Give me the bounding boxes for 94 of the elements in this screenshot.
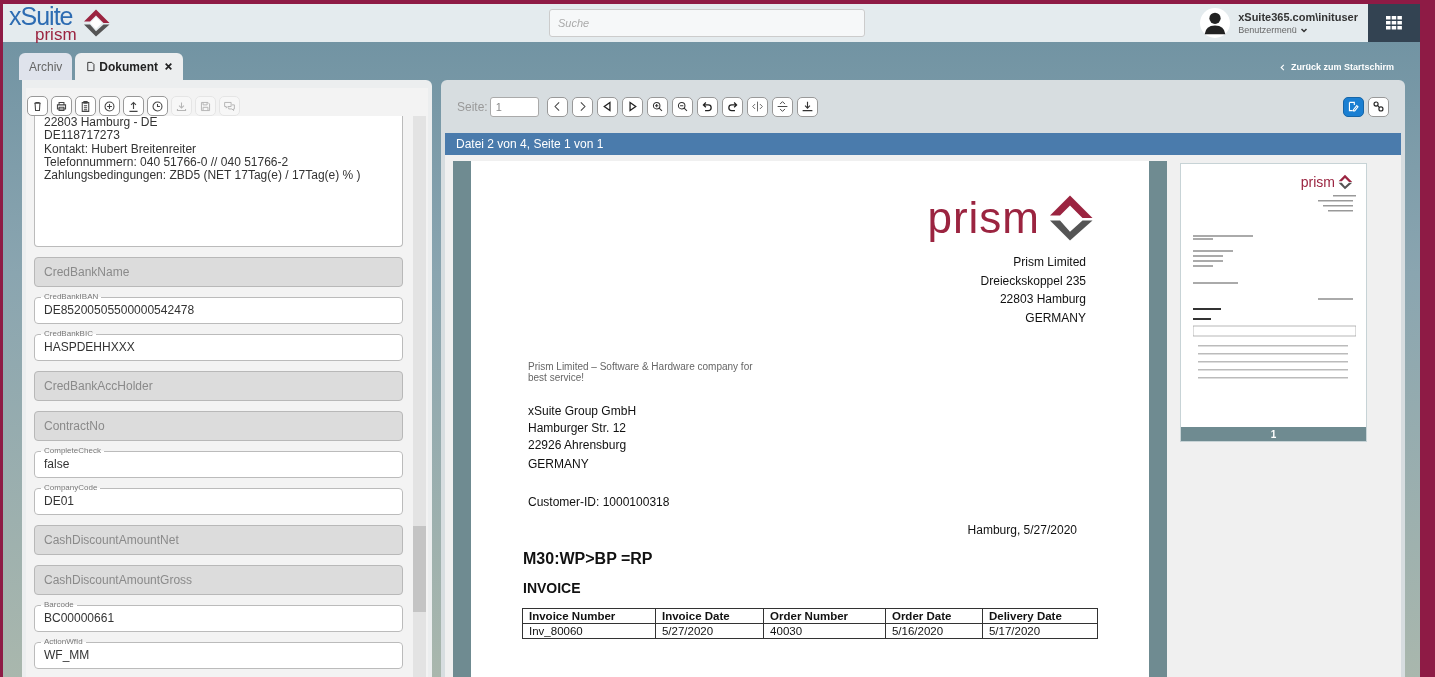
document-title: M30:WP>BP =RP: [523, 550, 654, 569]
apps-menu-button[interactable]: [1368, 4, 1420, 42]
clock-icon: [151, 99, 164, 113]
thumbnail-logo-icon: [1336, 174, 1354, 190]
chevron-left-icon: [1278, 63, 1286, 71]
chevron-left-button[interactable]: [546, 96, 568, 117]
download-icon: [175, 99, 188, 113]
link-toggle[interactable]: [1368, 96, 1389, 117]
chevron-right-button[interactable]: [571, 96, 593, 117]
comment-icon: [223, 99, 236, 113]
input-field[interactable]: CompleteCheck false: [34, 447, 403, 478]
address-text-box[interactable]: 22803 Hamburg - DE DE118717273 Kontakt: Hubert Breitenreiter Telefonnummern: 040 51766-0 // 040 51766-2 Zahlungsbedingungen: ZBD5 (NET 17Tag(e) / 17Tag(e) % ): [34, 116, 403, 247]
table-cell: 40030: [763, 623, 886, 639]
fit-width-button[interactable]: [746, 96, 768, 117]
triangle-right-button[interactable]: [621, 96, 643, 117]
link-icon: [1372, 100, 1385, 113]
clipboard-button[interactable]: [75, 96, 96, 116]
sender-address-line: Prism Limited: [1013, 254, 1086, 271]
user-menu[interactable]: Benutzermenü: [1238, 25, 1358, 35]
recipient-address-line: GERMANY: [528, 456, 590, 474]
thumbnail-logo-text: prism: [1300, 174, 1335, 190]
download-button[interactable]: [796, 96, 818, 117]
table-header-cell: Invoice Date: [655, 608, 764, 624]
plus-circle-icon: [103, 99, 116, 113]
input-field[interactable]: Barcode BC00000661: [34, 601, 403, 632]
printer-icon: [55, 99, 68, 113]
address-line: Telefonnummern: 040 51766-0 // 040 51766-2: [44, 155, 290, 170]
grid-icon: [1384, 15, 1404, 31]
plus-circle-button[interactable]: [99, 96, 120, 116]
page-thumbnail[interactable]: prism 1: [1180, 163, 1367, 442]
thumbnail-page-number: 1: [1181, 427, 1366, 441]
tab[interactable]: Archiv: [19, 53, 73, 80]
sender-address-line: 22803 Hamburg: [999, 291, 1086, 308]
recipient-address-line: xSuite Group GmbH: [528, 403, 638, 420]
scrollbar[interactable]: [413, 116, 426, 677]
fit-width-icon: [750, 100, 764, 113]
recipient-address-line: 22926 Ahrensburg: [528, 436, 628, 454]
zoom-in-button[interactable]: [646, 96, 668, 117]
rotate-left-button[interactable]: [696, 96, 718, 117]
document-subtitle: INVOICE: [523, 580, 582, 597]
zoom-in-icon: [650, 100, 664, 113]
tab[interactable]: Dokument: [75, 53, 183, 80]
document-date: Hamburg, 5/27/2020: [967, 523, 1077, 538]
document-icon: [85, 61, 97, 72]
input-field[interactable]: CredBankBIC HASPDEHHXXX: [34, 330, 403, 361]
download-icon: [800, 100, 814, 113]
fit-height-button[interactable]: [771, 96, 793, 117]
address-line: Kontakt: Hubert Breitenreiter: [44, 142, 198, 156]
page-number-field[interactable]: 1: [489, 96, 539, 117]
sender-address-line: Dreieckskoppel 235: [980, 272, 1086, 290]
input-field[interactable]: CompanyCode DE01: [34, 484, 403, 515]
file-info-bar: Datei 2 von 4, Seite 1 von 1: [445, 133, 1401, 155]
search-field[interactable]: Suche: [549, 9, 865, 37]
printer-button[interactable]: [51, 96, 72, 116]
triangle-left-icon: [600, 100, 614, 113]
edit-document-icon: [1347, 100, 1360, 113]
clock-button[interactable]: [147, 96, 168, 116]
table-cell: Inv_80060: [522, 623, 656, 639]
triangle-left-button[interactable]: [596, 96, 618, 117]
sender-address-line: GERMANY: [1025, 309, 1086, 327]
trash-icon: [31, 99, 44, 113]
zoom-out-button[interactable]: [671, 96, 693, 117]
upload-icon: [127, 99, 140, 113]
fit-height-icon: [775, 100, 789, 113]
rotate-right-icon: [725, 100, 739, 113]
edit-document-toggle[interactable]: [1343, 96, 1364, 117]
upload-button[interactable]: [123, 96, 144, 116]
rotate-left-icon: [700, 100, 714, 113]
table-header-cell: Order Date: [885, 608, 983, 624]
close-icon: [164, 62, 173, 71]
tagline: Prism Limited – Software & Hardware company for best service!: [528, 361, 754, 383]
table-cell: 5/17/2020: [982, 623, 1098, 639]
address-line: Zahlungsbedingungen: ZBD5 (NET 17Tag(e) / 17Tag(e) % ): [44, 169, 362, 183]
address-line: DE118717273: [44, 129, 120, 143]
input-field[interactable]: CredBankIBAN DE85200505500000542478: [34, 293, 403, 324]
zoom-out-icon: [675, 100, 689, 113]
clipboard-icon: [79, 99, 92, 113]
page-label: Seite:: [457, 99, 488, 114]
table-header-cell: Delivery Date: [982, 608, 1098, 624]
recipient-address-line: Hamburger Str. 12: [528, 419, 628, 437]
input-field[interactable]: ActionWfId WF_MM: [34, 638, 403, 669]
chevron-down-icon: [1299, 26, 1308, 34]
table-cell: 5/27/2020: [655, 623, 764, 639]
table-header-cell: Invoice Number: [522, 608, 656, 624]
table-cell: 5/16/2020: [885, 623, 983, 639]
user-name: xSuite365.com\inituser: [1238, 11, 1358, 23]
table-header-cell: Order Number: [763, 608, 886, 624]
address-line: 22803 Hamburg - DE: [44, 116, 159, 130]
rotate-right-button[interactable]: [721, 96, 743, 117]
trash-button[interactable]: [27, 96, 48, 116]
avatar-icon: [1200, 8, 1231, 38]
save-icon: [199, 99, 212, 113]
customer-id: Customer-ID: 1000100318: [528, 495, 671, 510]
document-logo-text: prism: [927, 196, 1040, 240]
